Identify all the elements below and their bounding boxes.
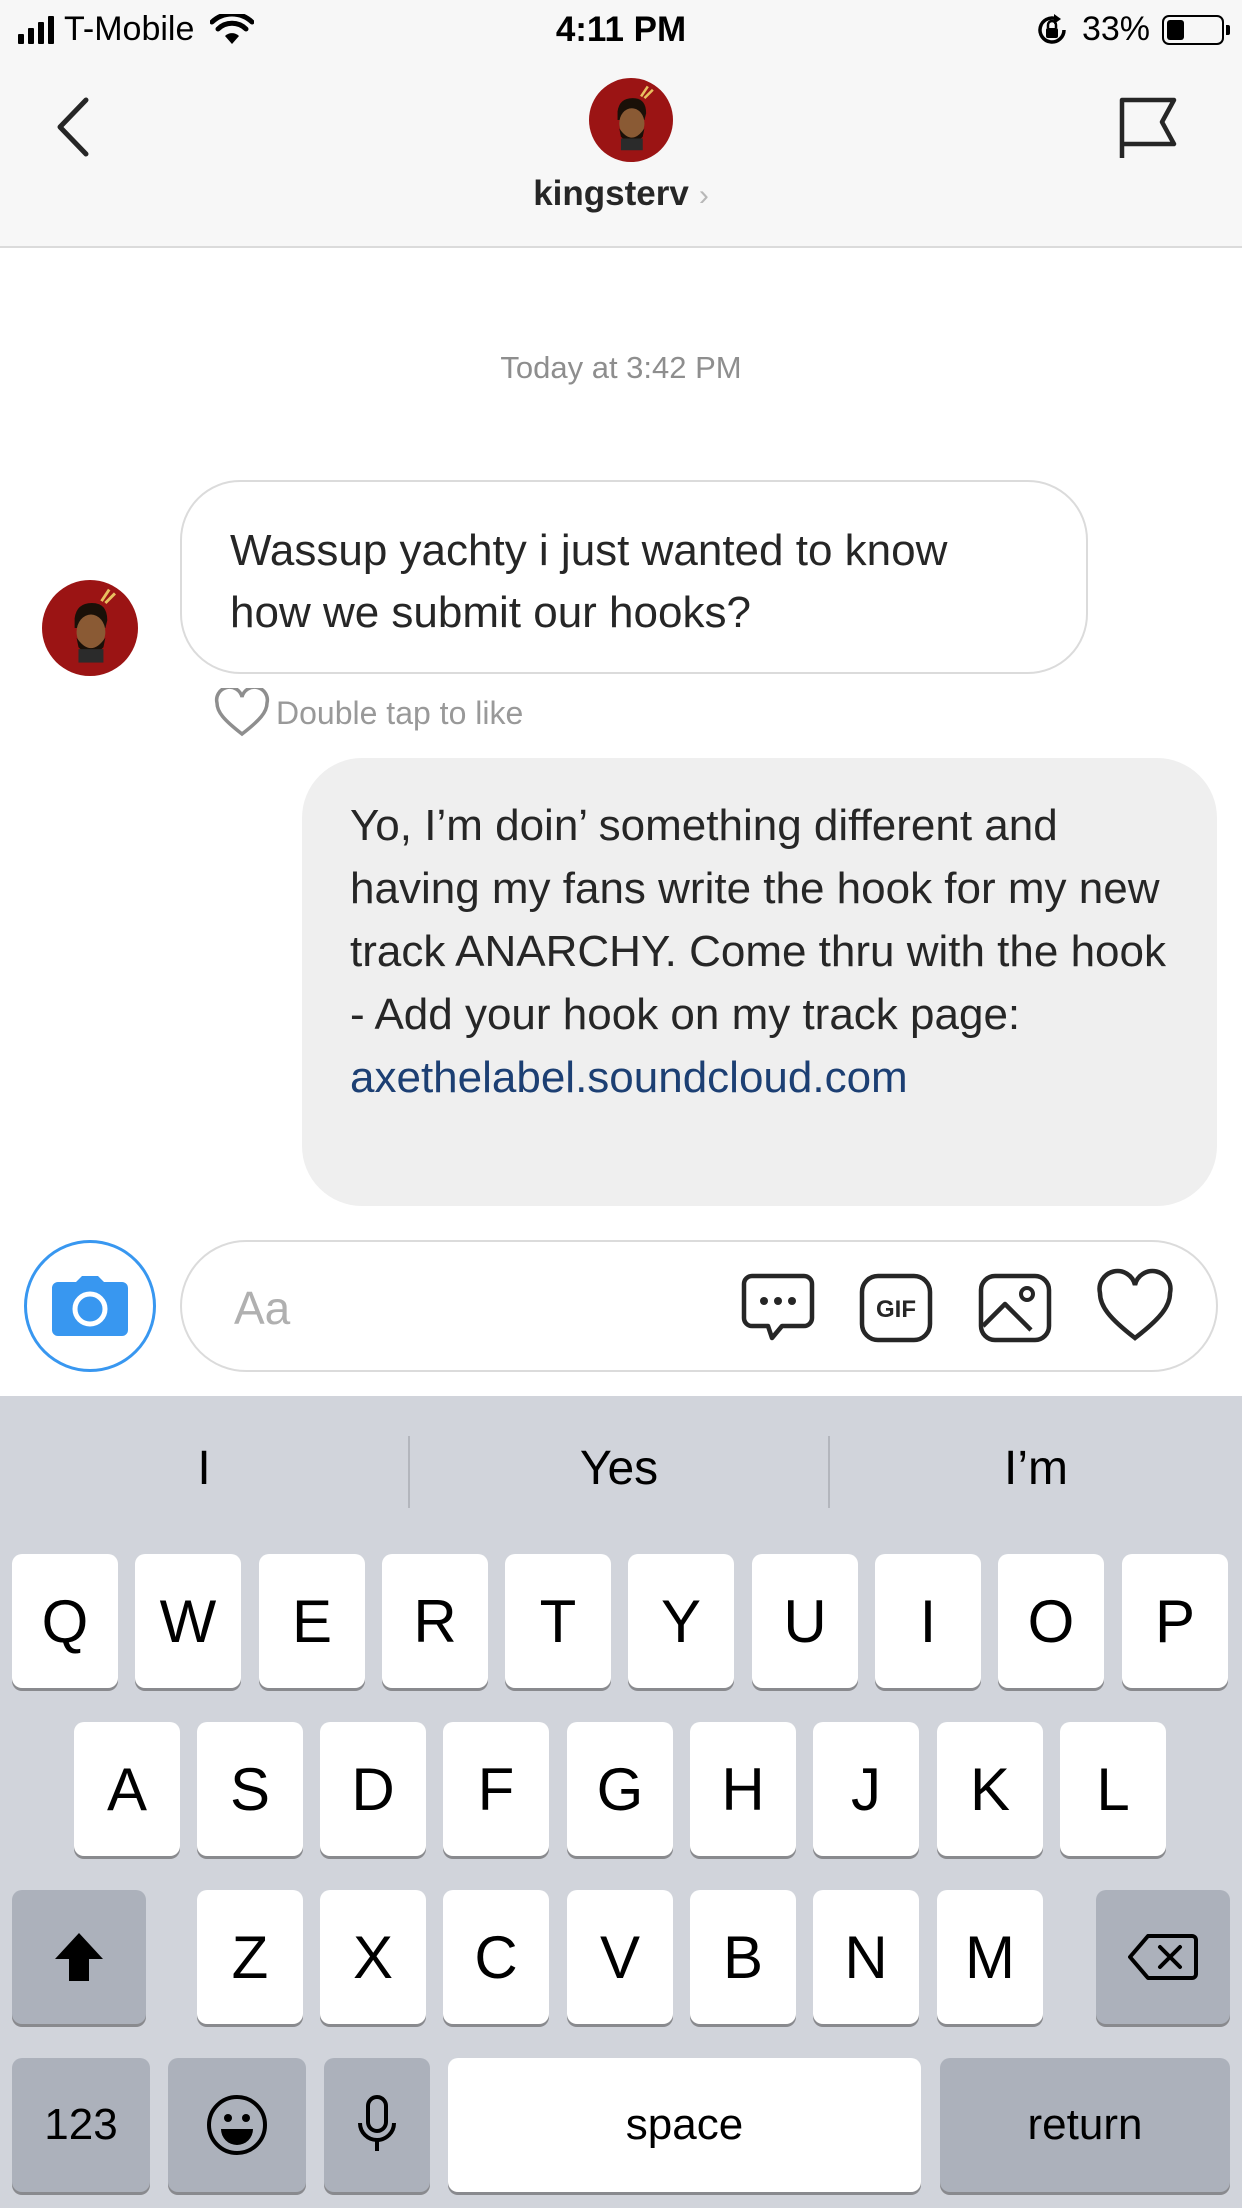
key-r[interactable]: R bbox=[382, 1554, 488, 1688]
key-x[interactable]: X bbox=[320, 1890, 426, 2024]
double-tap-like-hint: Double tap to like bbox=[214, 688, 523, 738]
key-a[interactable]: A bbox=[74, 1722, 180, 1856]
like-hint-text: Double tap to like bbox=[276, 694, 524, 731]
key-w[interactable]: W bbox=[135, 1554, 241, 1688]
emoji-icon bbox=[207, 2095, 267, 2155]
sender-avatar[interactable] bbox=[42, 580, 138, 676]
suggestion-1[interactable]: I bbox=[0, 1434, 408, 1504]
backspace-icon bbox=[1128, 1934, 1198, 1980]
message-input[interactable] bbox=[232, 1272, 756, 1344]
image-icon[interactable] bbox=[975, 1268, 1055, 1348]
message-timestamp: Today at 3:42 PM bbox=[500, 350, 742, 385]
svg-text:GIF: GIF bbox=[876, 1296, 916, 1323]
space-key[interactable]: space bbox=[448, 2058, 921, 2192]
battery-icon bbox=[1162, 14, 1230, 45]
shift-key[interactable] bbox=[12, 1890, 146, 2024]
incoming-message-bubble[interactable]: Wassup yachty i just wanted to know how … bbox=[180, 480, 1088, 674]
incoming-message-text: Wassup yachty i just wanted to know how … bbox=[230, 526, 948, 637]
key-h[interactable]: H bbox=[690, 1722, 796, 1856]
suggestion-2[interactable]: Yes bbox=[410, 1434, 828, 1504]
shift-icon bbox=[55, 1933, 103, 1981]
header-avatar[interactable] bbox=[589, 78, 673, 162]
chat-bubble-icon[interactable] bbox=[738, 1268, 818, 1348]
heart-outline-icon[interactable] bbox=[214, 688, 270, 738]
gif-icon[interactable]: GIF bbox=[856, 1268, 936, 1348]
soundcloud-link[interactable]: axethelabel.soundcloud.com bbox=[350, 1046, 1169, 1109]
dictation-key[interactable] bbox=[324, 2058, 430, 2192]
key-e[interactable]: E bbox=[259, 1554, 365, 1688]
key-g[interactable]: G bbox=[567, 1722, 673, 1856]
key-v[interactable]: V bbox=[567, 1890, 673, 2024]
thread-header: kingsterv › bbox=[0, 62, 1242, 248]
battery-level bbox=[1167, 19, 1184, 40]
orientation-lock-icon bbox=[1038, 13, 1066, 44]
header-username-link[interactable]: kingsterv › bbox=[0, 174, 1242, 214]
heart-icon[interactable] bbox=[1095, 1268, 1175, 1348]
key-q[interactable]: Q bbox=[12, 1554, 118, 1688]
outgoing-message-text: Yo, I’m doin’ something different and ha… bbox=[350, 801, 1166, 1039]
avatar-image bbox=[589, 78, 673, 162]
key-d[interactable]: D bbox=[320, 1722, 426, 1856]
key-k[interactable]: K bbox=[937, 1722, 1043, 1856]
key-i[interactable]: I bbox=[875, 1554, 981, 1688]
key-m[interactable]: M bbox=[937, 1890, 1043, 2024]
avatar-image bbox=[42, 580, 138, 676]
emoji-key[interactable] bbox=[168, 2058, 306, 2192]
suggestion-bar: I Yes I’m bbox=[0, 1396, 1242, 1546]
key-y[interactable]: Y bbox=[628, 1554, 734, 1688]
microphone-icon bbox=[358, 2095, 396, 2151]
numbers-key[interactable]: 123 bbox=[12, 2058, 150, 2192]
key-l[interactable]: L bbox=[1060, 1722, 1166, 1856]
flag-icon[interactable] bbox=[1112, 92, 1182, 162]
camera-button[interactable] bbox=[24, 1240, 156, 1372]
key-c[interactable]: C bbox=[443, 1890, 549, 2024]
message-composer: GIF bbox=[180, 1240, 1218, 1372]
key-z[interactable]: Z bbox=[197, 1890, 303, 2024]
delete-key[interactable] bbox=[1096, 1890, 1230, 2024]
key-u[interactable]: U bbox=[752, 1554, 858, 1688]
key-o[interactable]: O bbox=[998, 1554, 1104, 1688]
status-right: 33% bbox=[1034, 10, 1230, 49]
chevron-right-icon: › bbox=[698, 179, 709, 212]
app-root: T-Mobile 4:11 PM 33% kingsterv › Today a… bbox=[0, 0, 1242, 2208]
key-f[interactable]: F bbox=[443, 1722, 549, 1856]
key-n[interactable]: N bbox=[813, 1890, 919, 2024]
suggestion-3[interactable]: I’m bbox=[830, 1434, 1242, 1504]
camera-icon bbox=[52, 1276, 128, 1336]
chevron-left-icon[interactable] bbox=[50, 92, 100, 162]
return-key[interactable]: return bbox=[940, 2058, 1230, 2192]
keyboard: I Yes I’m Q W E R T Y U I O P A S D F G … bbox=[0, 1396, 1242, 2208]
key-t[interactable]: T bbox=[505, 1554, 611, 1688]
header-username: kingsterv bbox=[533, 174, 689, 213]
status-bar: T-Mobile 4:11 PM 33% bbox=[0, 0, 1242, 62]
key-b[interactable]: B bbox=[690, 1890, 796, 2024]
key-s[interactable]: S bbox=[197, 1722, 303, 1856]
key-p[interactable]: P bbox=[1122, 1554, 1228, 1688]
outgoing-message-bubble[interactable]: Yo, I’m doin’ something different and ha… bbox=[302, 758, 1217, 1206]
battery-percent: 33% bbox=[1081, 10, 1150, 48]
key-j[interactable]: J bbox=[813, 1722, 919, 1856]
